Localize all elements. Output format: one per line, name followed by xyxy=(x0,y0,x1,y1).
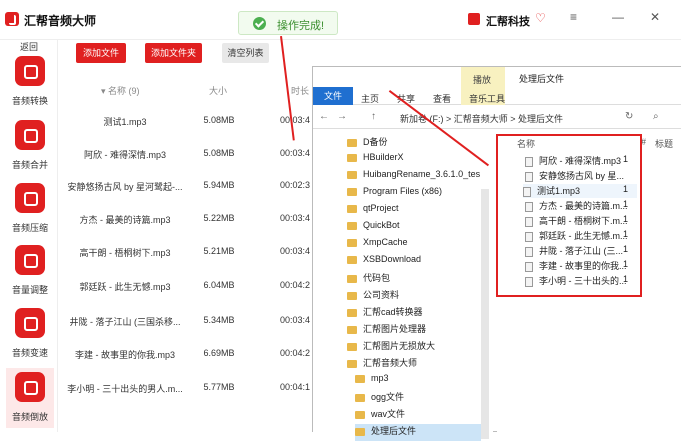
folder-icon xyxy=(347,274,357,283)
folder-icon xyxy=(347,342,357,351)
minimize-icon[interactable]: — xyxy=(612,10,624,24)
folder-icon xyxy=(347,153,357,162)
navigation-tree: D备份 HBuilderX HuibangRename_3.6.1.0_tes … xyxy=(313,129,493,441)
folder-icon xyxy=(355,393,365,402)
tree-item[interactable]: XSBDownload xyxy=(347,254,421,271)
tab-file[interactable]: 文件 xyxy=(313,87,353,105)
explorer-ribbon: 播放 处理后文件 文件 主页 共享 查看 音乐工具 xyxy=(313,67,681,105)
column-duration-header[interactable]: 时长 xyxy=(291,84,309,97)
tab-music-tools[interactable]: 音乐工具 xyxy=(469,92,505,105)
add-file-button[interactable]: 添加文件 xyxy=(76,43,126,63)
back-button[interactable]: 返回 xyxy=(5,40,53,54)
sidebar-item-speed[interactable]: 音频变速 xyxy=(6,308,54,364)
table-row[interactable]: 阿欣 - 难得深情.mp3 5.08MB 00:03:4 xyxy=(60,138,315,170)
folder-icon xyxy=(347,359,357,368)
play-tab-label: 播放 xyxy=(473,75,492,85)
compress-icon xyxy=(15,183,45,213)
tree-item[interactable]: ogg文件 xyxy=(355,390,404,407)
app-logo-icon xyxy=(5,12,19,26)
tree-item[interactable]: HBuilderX xyxy=(347,152,404,169)
column-size-header[interactable]: 大小 xyxy=(209,84,227,97)
folder-icon xyxy=(347,221,357,230)
menu-icon[interactable]: ≡ xyxy=(570,10,577,24)
tree-item[interactable]: 汇帮音频大师 xyxy=(347,356,417,373)
tab-home[interactable]: 主页 xyxy=(361,92,379,105)
tree-item[interactable]: D备份 xyxy=(347,135,388,152)
tree-item[interactable]: 公司资料 xyxy=(347,288,399,305)
folder-icon xyxy=(355,374,365,383)
folder-icon xyxy=(347,291,357,300)
tree-item[interactable]: 汇帮图片处理器 xyxy=(347,322,426,339)
merge-icon xyxy=(15,120,45,150)
folder-icon xyxy=(347,325,357,334)
table-row[interactable]: 方杰 - 最美的诗篇.mp3 5.22MB 00:03:4 xyxy=(60,203,315,235)
tree-item-selected[interactable]: 处理后文件 xyxy=(355,424,481,441)
search-icon[interactable]: ⌕ xyxy=(653,111,659,122)
table-row[interactable]: 高干朗 - 梧桐树下.mp3 5.21MB 00:03:4 xyxy=(60,236,315,268)
volume-icon xyxy=(15,245,45,275)
title-bar: 汇帮音频大师 操作完成! 汇帮科技 ♡ ≡ — ✕ xyxy=(0,0,681,40)
toast-message: 操作完成! xyxy=(277,20,325,32)
success-toast: 操作完成! xyxy=(238,11,338,35)
folder-icon xyxy=(347,255,357,264)
music-note-icon xyxy=(15,372,45,402)
sidebar: 返回 音频转换 音频合并 音频压缩 音量调整 音频变速 音频倒放 xyxy=(0,40,58,432)
explorer-window-title: 处理后文件 xyxy=(519,74,565,84)
brand-logo-icon xyxy=(468,13,480,25)
sidebar-item-volume[interactable]: 音量调整 xyxy=(6,245,54,301)
microphone-icon xyxy=(15,308,45,338)
table-row[interactable]: 李小明 - 三十出头的男人.m... 5.77MB 00:04:1 xyxy=(60,372,315,404)
forward-arrow-icon[interactable]: → xyxy=(337,111,347,122)
tree-scrollbar[interactable] xyxy=(481,189,489,439)
tab-view[interactable]: 查看 xyxy=(433,92,451,105)
column-title-header[interactable]: 标题 xyxy=(655,137,673,150)
up-arrow-icon[interactable]: ↑ xyxy=(371,111,376,122)
clear-list-button[interactable]: 清空列表 xyxy=(222,43,269,63)
folder-icon xyxy=(347,138,357,147)
back-arrow-icon[interactable]: ← xyxy=(319,111,329,122)
brand-name: 汇帮科技 xyxy=(486,16,530,28)
table-row[interactable]: 井陇 - 落子江山 (三国杀移... 5.34MB 00:03:4 xyxy=(60,305,315,337)
tree-item[interactable]: HuibangRename_3.6.1.0_tes xyxy=(347,169,480,186)
refresh-icon[interactable]: ↻ xyxy=(625,111,633,122)
table-row[interactable]: 郭廷跃 - 此生无憾.mp3 6.04MB 00:04:2 xyxy=(60,270,315,302)
tree-item[interactable]: 汇帮图片无损放大 xyxy=(347,339,435,356)
folder-icon xyxy=(347,308,357,317)
tree-item[interactable]: mp3 xyxy=(355,373,389,390)
table-row[interactable]: 李建 - 故事里的你我.mp3 6.69MB 00:04:2 xyxy=(60,338,315,370)
tree-item[interactable]: XmpCache xyxy=(347,237,408,254)
address-bar[interactable]: ← → ↑ 新加卷 (F:) > 汇帮音频大师 > 处理后文件 ↻ ⌕ xyxy=(313,105,681,129)
add-folder-button[interactable]: 添加文件夹 xyxy=(145,43,202,63)
sidebar-item-merge[interactable]: 音频合并 xyxy=(6,120,54,176)
table-row[interactable]: 测试1.mp3 5.08MB 00:03:4 xyxy=(60,105,315,137)
table-row[interactable]: 安静悠扬古风 by 星河鹭起-... 5.94MB 00:02:3 xyxy=(60,170,315,202)
tree-item[interactable]: 汇帮cad转换器 xyxy=(347,305,423,322)
tree-item[interactable]: 代码包 xyxy=(347,271,390,288)
check-circle-icon xyxy=(253,17,266,30)
close-icon[interactable]: ✕ xyxy=(650,10,660,24)
folder-icon xyxy=(347,187,357,196)
tree-item[interactable]: wav文件 xyxy=(355,407,405,424)
sidebar-item-compress[interactable]: 音频压缩 xyxy=(6,183,54,239)
app-title: 汇帮音频大师 xyxy=(24,14,97,28)
tree-item[interactable]: Program Files (x86) xyxy=(347,186,442,203)
folder-icon xyxy=(347,238,357,247)
folder-icon xyxy=(347,170,357,179)
highlight-box xyxy=(496,134,642,297)
tree-item[interactable]: QuickBot xyxy=(347,220,400,237)
convert-icon xyxy=(15,56,45,86)
sidebar-item-reverse[interactable]: 音频倒放 xyxy=(6,368,54,428)
folder-icon xyxy=(355,410,365,419)
tree-item[interactable]: qtProject xyxy=(347,203,399,220)
column-name-header[interactable]: ▾ 名称 (9) xyxy=(101,84,140,97)
folder-icon xyxy=(347,204,357,213)
sidebar-item-convert[interactable]: 音频转换 xyxy=(6,56,54,112)
heart-icon[interactable]: ♡ xyxy=(535,11,546,25)
